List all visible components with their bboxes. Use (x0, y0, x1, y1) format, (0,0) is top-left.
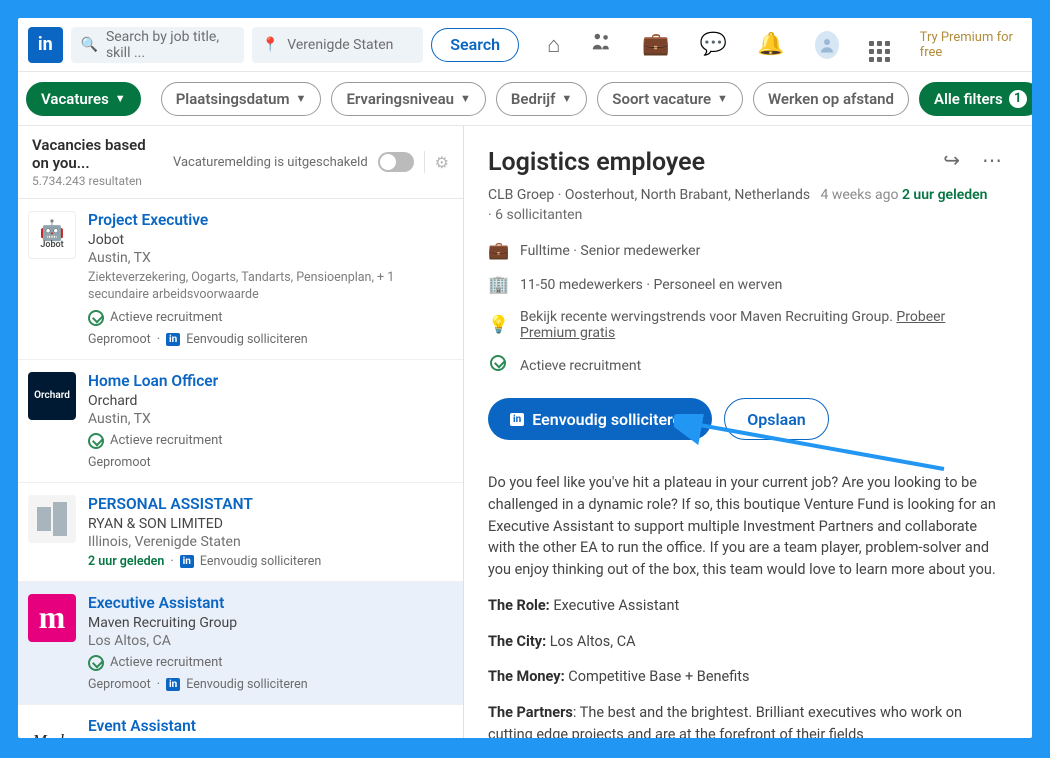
job-title: Project Executive (88, 211, 449, 229)
job-card[interactable]: PERSONAL ASSISTANT RYAN & SON LIMITED Il… (18, 483, 463, 582)
active-recruitment: Actieve recruitment (88, 310, 449, 326)
filter-all[interactable]: Alle filters1 (919, 82, 1032, 116)
caret-down-icon: ▼ (115, 92, 126, 105)
job-location: Austin, TX (88, 250, 449, 266)
job-location: Illinois, Verenigde Staten (88, 534, 449, 550)
apps-icon[interactable] (869, 27, 890, 62)
company-name: Jobot (88, 232, 449, 248)
more-icon[interactable]: ⋯ (982, 148, 1002, 172)
caret-down-icon: ▼ (561, 92, 572, 105)
caret-down-icon: ▼ (717, 92, 728, 105)
job-footer: Gepromoot · inEenvoudig solliciteren (88, 677, 449, 692)
linkedin-icon: in (180, 555, 194, 568)
company-logo: Orchard (28, 372, 76, 420)
job-description: Do you feel like you've hit a plateau in… (488, 472, 1002, 738)
job-alert-label: Vacaturemelding is uitgeschakeld (173, 155, 368, 170)
job-card[interactable]: m Executive Assistant Maven Recruiting G… (18, 582, 463, 705)
job-footer: 2 uur geleden · inEenvoudig solliciteren (88, 554, 449, 569)
target-icon (88, 433, 104, 449)
linkedin-icon: in (166, 333, 180, 346)
search-jobs-input[interactable]: 🔍 Search by job title, skill ... (71, 27, 244, 63)
network-icon[interactable] (590, 31, 612, 59)
linkedin-logo[interactable]: in (28, 27, 63, 63)
job-footer: Gepromoot (88, 455, 449, 470)
job-location: Los Altos, CA (88, 633, 449, 649)
save-button[interactable]: Opslaan (724, 398, 829, 440)
detail-title: Logistics employee (488, 148, 705, 177)
target-icon (488, 355, 508, 376)
target-icon (88, 310, 104, 326)
job-title: Event Assistant (88, 717, 449, 735)
filter-jobtype[interactable]: Soort vacature▼ (597, 82, 743, 116)
messaging-icon[interactable]: 💬 (700, 32, 727, 57)
list-title: Vacancies based on you... (32, 136, 163, 172)
job-title: PERSONAL ASSISTANT (88, 495, 449, 513)
filter-count-badge: 1 (1009, 90, 1027, 108)
job-card[interactable]: 🤖Jobot Project Executive Jobot Austin, T… (18, 199, 463, 360)
jobs-icon[interactable]: 💼 (642, 32, 669, 57)
job-alert-toggle[interactable] (378, 152, 414, 172)
home-icon[interactable]: ⌂ (547, 32, 560, 58)
job-perks: Ziekteverzekering, Oogarts, Tandarts, Pe… (88, 270, 449, 304)
search-icon: 🔍 (81, 37, 98, 53)
result-count: 5.734.243 resultaten (32, 174, 163, 188)
caret-down-icon: ▼ (296, 92, 307, 105)
job-title: Executive Assistant (88, 594, 449, 612)
filter-vacatures[interactable]: Vacatures▼ (26, 82, 141, 116)
company-logo: Made (28, 717, 76, 738)
share-icon[interactable]: ↪ (943, 148, 960, 172)
job-title: Home Loan Officer (88, 372, 449, 390)
active-recruitment: Actieve recruitment (88, 433, 449, 449)
linkedin-icon: in (510, 413, 524, 426)
top-nav: in 🔍 Search by job title, skill ... 📍 Ve… (18, 18, 1032, 72)
job-detail-panel: Logistics employee ↪ ⋯ CLB Groep · Ooste… (464, 126, 1032, 738)
company-logo: m (28, 594, 76, 642)
job-type-row: 💼Fulltime · Senior medewerker (488, 241, 1002, 261)
company-size-row: 🏢11-50 medewerkers · Personeel en werven (488, 275, 1002, 295)
target-icon (88, 655, 104, 671)
job-list-panel: Vacancies based on you... 5.734.243 resu… (18, 126, 464, 738)
easy-apply-button[interactable]: inEenvoudig solliciteren (488, 398, 712, 440)
try-premium-link[interactable]: Try Premium for free (920, 30, 1022, 60)
linkedin-icon: in (166, 678, 180, 691)
profile-avatar[interactable] (815, 31, 839, 59)
building-icon: 🏢 (488, 275, 508, 295)
active-recruitment: Actieve recruitment (88, 655, 449, 671)
search-placeholder: Search by job title, skill ... (106, 29, 234, 61)
divider (424, 151, 425, 173)
filter-date[interactable]: Plaatsingsdatum▼ (161, 82, 322, 116)
company-name: Orchard (88, 393, 449, 409)
detail-meta: CLB Groep · Oosterhout, North Brabant, N… (488, 187, 1002, 203)
job-footer: Gepromoot · inEenvoudig solliciteren (88, 332, 449, 347)
job-card[interactable]: Orchard Home Loan Officer Orchard Austin… (18, 360, 463, 483)
job-location: Austin, TX (88, 411, 449, 427)
filter-row: Vacatures▼ Plaatsingsdatum▼ Ervaringsniv… (18, 72, 1032, 126)
search-location-input[interactable]: 📍 Verenigde Staten (252, 27, 423, 63)
company-logo (28, 495, 76, 543)
filter-experience[interactable]: Ervaringsniveau▼ (331, 82, 485, 116)
job-list-header: Vacancies based on you... 5.734.243 resu… (18, 126, 463, 199)
filter-company[interactable]: Bedrijf▼ (496, 82, 587, 116)
applicant-count: · 6 sollicitanten (488, 207, 1002, 223)
briefcase-icon: 💼 (488, 241, 508, 261)
pin-icon: 📍 (262, 37, 279, 53)
caret-down-icon: ▼ (460, 92, 471, 105)
filter-remote[interactable]: Werken op afstand (753, 82, 909, 116)
notifications-icon[interactable]: 🔔 (757, 32, 784, 57)
nav-icons: ⌂ 💼 💬 🔔 Try Premium for free (547, 27, 1022, 62)
recruit-row: Actieve recruitment (488, 355, 1002, 376)
insight-row: 💡Bekijk recente wervingstrends voor Mave… (488, 309, 1002, 341)
lightbulb-icon: 💡 (488, 315, 508, 335)
company-logo: 🤖Jobot (28, 211, 76, 259)
company-name: Maven Recruiting Group (88, 615, 449, 631)
search-button[interactable]: Search (431, 28, 519, 62)
company-name: RYAN & SON LIMITED (88, 516, 449, 532)
location-value: Verenigde Staten (287, 37, 393, 53)
job-card[interactable]: Made Event Assistant Made New York, NY 2… (18, 705, 463, 738)
gear-icon[interactable]: ⚙ (435, 153, 449, 172)
